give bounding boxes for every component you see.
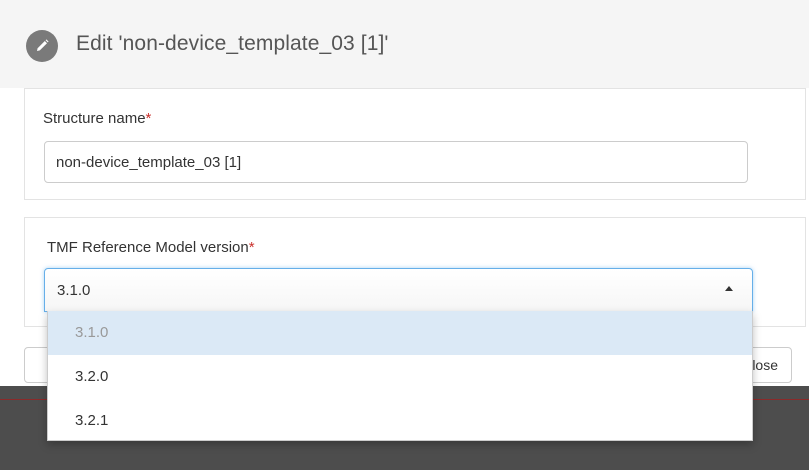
- dialog-title: Edit 'non-device_template_03 [1]': [76, 32, 389, 55]
- required-marker: *: [145, 110, 152, 127]
- required-marker: *: [248, 239, 255, 256]
- dialog-header: Edit 'non-device_template_03 [1]': [0, 0, 809, 88]
- dropdown-option[interactable]: 3.2.1: [48, 399, 752, 443]
- caret-up-icon: [725, 286, 733, 291]
- pencil-icon: [26, 30, 58, 62]
- selected-value: 3.1.0: [57, 282, 91, 299]
- structure-name-input[interactable]: [44, 141, 748, 183]
- tmf-version-label-text: TMF Reference Model version: [47, 239, 249, 256]
- tmf-version-label: TMF Reference Model version*: [47, 239, 255, 256]
- structure-name-panel: Structure name*: [24, 88, 806, 200]
- structure-name-label-text: Structure name: [43, 110, 146, 127]
- structure-name-label: Structure name*: [43, 110, 151, 127]
- tmf-version-select[interactable]: 3.1.0: [44, 268, 753, 312]
- dropdown-option[interactable]: 3.2.0: [48, 355, 752, 399]
- tmf-version-dropdown: 3.1.0 3.2.0 3.2.1: [47, 311, 753, 441]
- dropdown-option[interactable]: 3.1.0: [48, 311, 752, 355]
